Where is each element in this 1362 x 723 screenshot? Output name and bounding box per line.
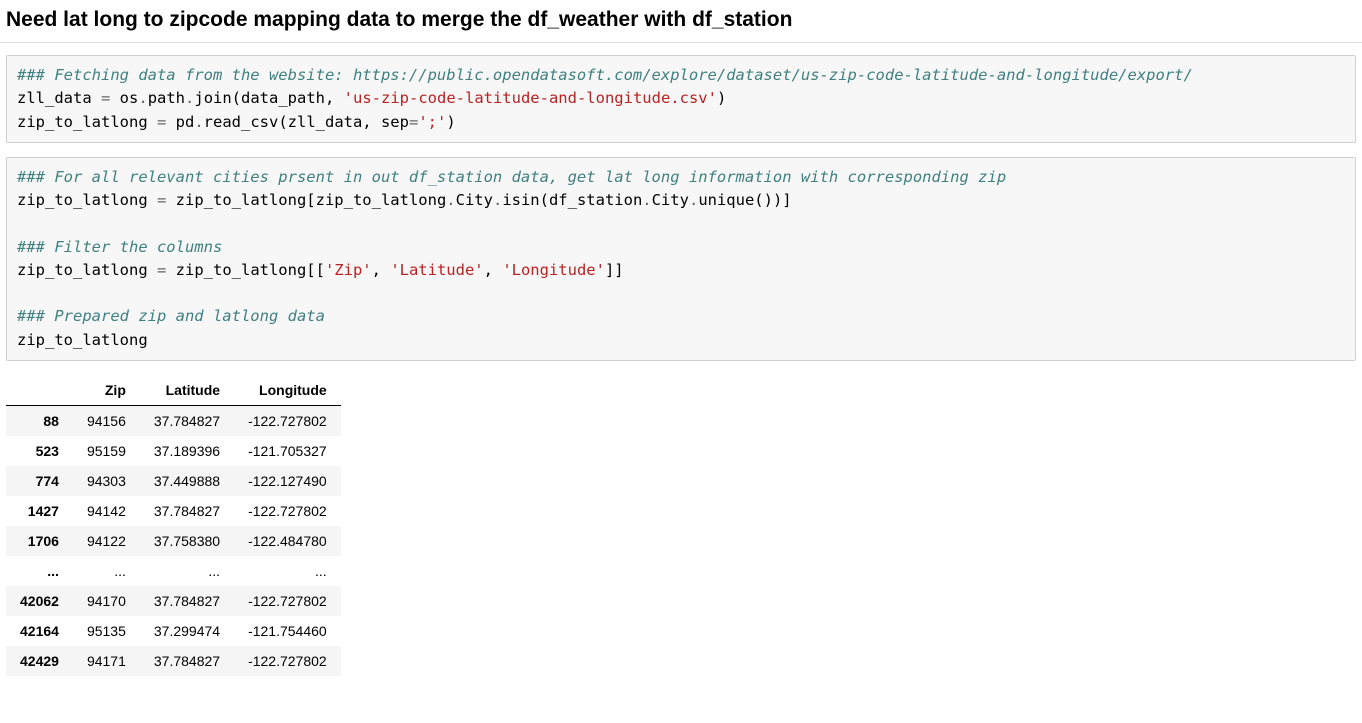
table-row: 42164 95135 37.299474 -121.754460: [6, 616, 341, 646]
dataframe-table: Zip Latitude Longitude 88 94156 37.78482…: [6, 375, 341, 676]
code-operator: =: [157, 261, 166, 279]
code-comment: ### Fetching data from the website: http…: [17, 66, 1193, 84]
cell-zip: 94142: [73, 496, 140, 526]
code-operator: .: [689, 191, 698, 209]
code-token: read_csv(zll_data, sep: [204, 113, 409, 131]
cell-lon: -122.727802: [234, 586, 341, 616]
row-index: 774: [6, 466, 73, 496]
cell-zip: 94171: [73, 646, 140, 676]
code-token: unique())]: [698, 191, 791, 209]
table-header: Zip: [73, 375, 140, 406]
table-header: Latitude: [140, 375, 234, 406]
cell-lon: -122.727802: [234, 646, 341, 676]
cell-zip: 94122: [73, 526, 140, 556]
code-token: zip_to_latlong: [17, 191, 157, 209]
code-token: zip_to_latlong: [17, 331, 148, 349]
code-string: 'Zip': [325, 261, 372, 279]
code-string: 'Latitude': [390, 261, 483, 279]
cell-lat: 37.758380: [140, 526, 234, 556]
code-token: ,: [484, 261, 503, 279]
code-token: zip_to_latlong: [17, 261, 157, 279]
cell-lat: ...: [140, 556, 234, 586]
code-token: ,: [372, 261, 391, 279]
cell-lat: 37.449888: [140, 466, 234, 496]
row-index: 1427: [6, 496, 73, 526]
code-string: ';': [418, 113, 446, 131]
cell-lat: 37.784827: [140, 405, 234, 436]
cell-zip: 94170: [73, 586, 140, 616]
code-token: City: [456, 191, 493, 209]
heading-rule: [0, 42, 1362, 43]
notebook-container: Need lat long to zipcode mapping data to…: [0, 8, 1362, 676]
code-operator: .: [446, 191, 455, 209]
table-row: 42062 94170 37.784827 -122.727802: [6, 586, 341, 616]
code-operator: .: [185, 89, 194, 107]
table-header-row: Zip Latitude Longitude: [6, 375, 341, 406]
cell-lon: -121.754460: [234, 616, 341, 646]
code-cell-2[interactable]: ### For all relevant cities prsent in ou…: [6, 157, 1356, 361]
row-index: 42429: [6, 646, 73, 676]
code-operator: .: [138, 89, 147, 107]
cell-zip: ...: [73, 556, 140, 586]
markdown-heading: Need lat long to zipcode mapping data to…: [6, 8, 1362, 32]
code-token: zip_to_latlong: [17, 113, 157, 131]
code-string: 'us-zip-code-latitude-and-longitude.csv': [344, 89, 717, 107]
cell-lat: 37.189396: [140, 436, 234, 466]
cell-lon: -122.484780: [234, 526, 341, 556]
code-token: path: [148, 89, 185, 107]
cell-lat: 37.784827: [140, 586, 234, 616]
code-operator: .: [493, 191, 502, 209]
cell-lat: 37.784827: [140, 496, 234, 526]
code-token: ): [717, 89, 726, 107]
code-operator: .: [194, 113, 203, 131]
code-cell-1[interactable]: ### Fetching data from the website: http…: [6, 55, 1356, 143]
row-index: ...: [6, 556, 73, 586]
code-operator: .: [642, 191, 651, 209]
cell-output: Zip Latitude Longitude 88 94156 37.78482…: [6, 375, 1362, 676]
code-token: ): [446, 113, 455, 131]
code-token: zip_to_latlong[[: [166, 261, 325, 279]
row-index: 42164: [6, 616, 73, 646]
cell-lon: -122.127490: [234, 466, 341, 496]
code-operator: =: [409, 113, 418, 131]
code-operator: =: [101, 89, 110, 107]
code-token: isin(df_station: [502, 191, 642, 209]
code-comment: ### Prepared zip and latlong data: [17, 307, 325, 325]
cell-zip: 94303: [73, 466, 140, 496]
code-string: 'Longitude': [502, 261, 605, 279]
code-token: City: [652, 191, 689, 209]
code-token: pd: [166, 113, 194, 131]
table-row: 1706 94122 37.758380 -122.484780: [6, 526, 341, 556]
table-row: 88 94156 37.784827 -122.727802: [6, 405, 341, 436]
table-header: Longitude: [234, 375, 341, 406]
code-token: zll_data: [17, 89, 101, 107]
code-comment: ### Filter the columns: [17, 238, 222, 256]
code-token: ]]: [605, 261, 624, 279]
table-row: 1427 94142 37.784827 -122.727802: [6, 496, 341, 526]
cell-zip: 95135: [73, 616, 140, 646]
code-operator: =: [157, 113, 166, 131]
cell-lon: -122.727802: [234, 496, 341, 526]
row-index: 523: [6, 436, 73, 466]
cell-lat: 37.784827: [140, 646, 234, 676]
code-token: os: [110, 89, 138, 107]
table-row: 774 94303 37.449888 -122.127490: [6, 466, 341, 496]
table-row: 523 95159 37.189396 -121.705327: [6, 436, 341, 466]
cell-zip: 95159: [73, 436, 140, 466]
cell-lon: ...: [234, 556, 341, 586]
code-token: zip_to_latlong[zip_to_latlong: [166, 191, 446, 209]
table-row-ellipsis: ... ... ... ...: [6, 556, 341, 586]
code-comment: ### For all relevant cities prsent in ou…: [17, 168, 1006, 186]
cell-zip: 94156: [73, 405, 140, 436]
cell-lon: -122.727802: [234, 405, 341, 436]
row-index: 88: [6, 405, 73, 436]
table-header-index: [6, 375, 73, 406]
code-operator: =: [157, 191, 166, 209]
cell-lon: -121.705327: [234, 436, 341, 466]
row-index: 1706: [6, 526, 73, 556]
row-index: 42062: [6, 586, 73, 616]
cell-lat: 37.299474: [140, 616, 234, 646]
code-token: join(data_path,: [194, 89, 343, 107]
table-row: 42429 94171 37.784827 -122.727802: [6, 646, 341, 676]
